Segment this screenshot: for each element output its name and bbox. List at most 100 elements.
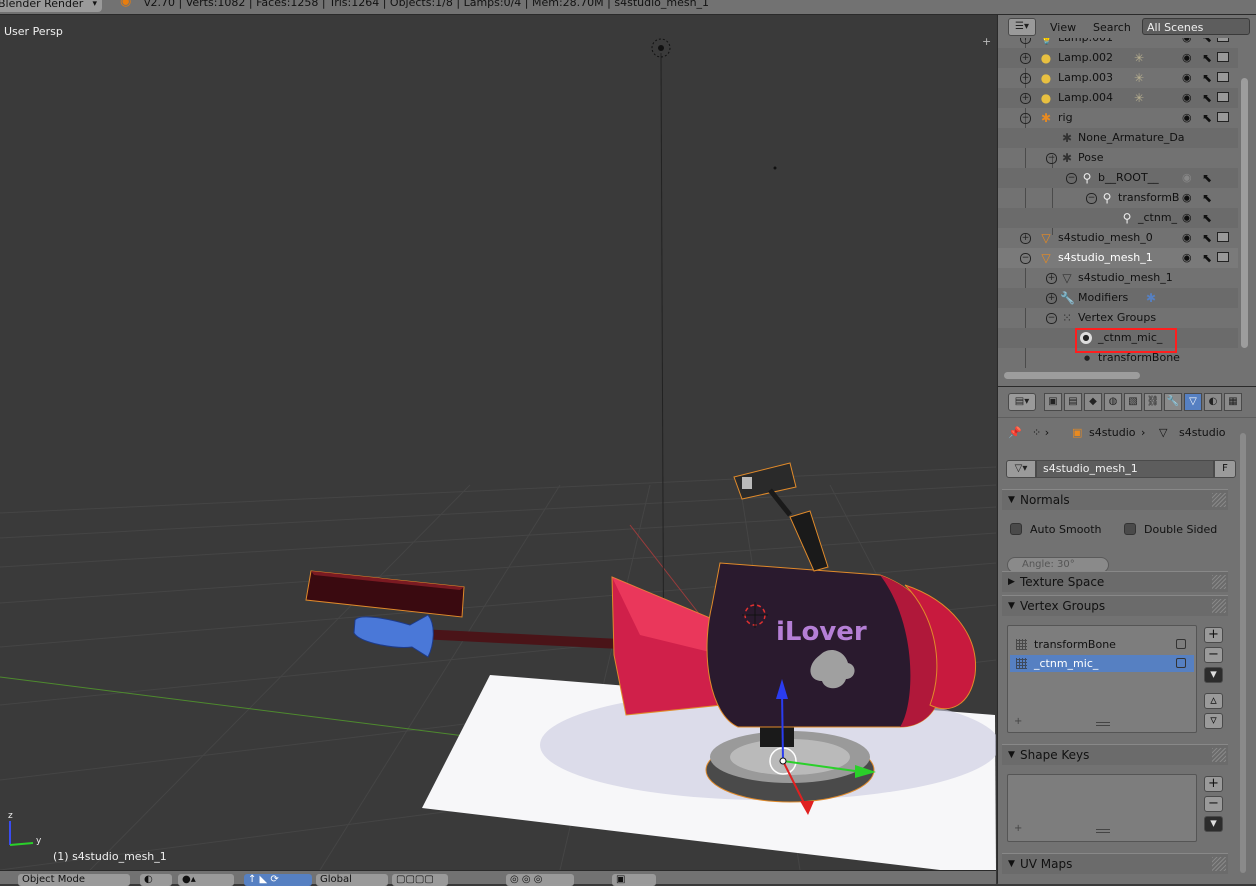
move-up-button[interactable]: ▵ <box>1204 693 1223 709</box>
view-menu[interactable]: View <box>1050 21 1076 34</box>
properties-scrollbar[interactable] <box>1238 433 1248 873</box>
lock-icon[interactable] <box>1176 639 1186 649</box>
eye-icon[interactable]: ◉ <box>1182 38 1192 48</box>
outliner-horizontal-scrollbar[interactable] <box>1002 370 1232 380</box>
vertex-group-list[interactable]: transformBone _ctnm_mic_ + <box>1007 625 1197 733</box>
outliner-row-lamp-002[interactable]: + ● Lamp.002 ✳ ◉ ⬉ <box>998 48 1238 68</box>
vertex-group-item[interactable]: transformBone <box>1010 636 1194 653</box>
mesh-browse-button[interactable]: ▽▾ <box>1006 460 1036 478</box>
cursor-select-icon[interactable]: ⬉ <box>1202 228 1212 248</box>
render-preview-button[interactable]: ▣ <box>612 874 656 886</box>
cursor-select-icon[interactable]: ⬉ <box>1202 88 1212 108</box>
eye-icon[interactable]: ◉ <box>1182 88 1192 108</box>
collapse-icon[interactable]: − <box>1046 313 1057 324</box>
eye-icon[interactable]: ◉ <box>1182 248 1192 268</box>
list-resize-grip[interactable] <box>1096 829 1110 833</box>
outliner-row-ctnm-bone[interactable]: ⚲ _ctnm_ ◉ ⬉ <box>998 208 1238 228</box>
filter-options-icon[interactable]: + <box>1014 823 1022 834</box>
auto-smooth-checkbox[interactable] <box>1010 523 1022 535</box>
outliner-row-root-bone[interactable]: − ⚲ b__ROOT__ ◉ ⬉ <box>998 168 1238 188</box>
outliner-row-mesh-data[interactable]: + ▽ s4studio_mesh_1 <box>998 268 1238 288</box>
remove-shape-key-button[interactable]: − <box>1204 796 1223 812</box>
normals-panel-header[interactable]: ▼ Normals <box>1002 489 1228 510</box>
drag-grip-icon[interactable] <box>1212 575 1226 589</box>
data-tab-icon[interactable]: ▽ <box>1184 393 1202 411</box>
modifiers-tab-icon[interactable]: 🔧 <box>1164 393 1182 411</box>
mesh-name-field[interactable]: s4studio_mesh_1 <box>1036 460 1214 478</box>
lock-icon[interactable] <box>1176 658 1186 668</box>
list-resize-grip[interactable] <box>1096 722 1110 726</box>
editor-type-select[interactable]: ☰▾ <box>1008 18 1036 36</box>
vertex-groups-panel-header[interactable]: ▼ Vertex Groups <box>1002 595 1228 616</box>
proportional-edit-select[interactable]: ◎ ◎ ◎ <box>506 874 574 886</box>
outliner-row-vertex-groups[interactable]: − ⁙ Vertex Groups <box>998 308 1238 328</box>
outliner-row-lamp-003[interactable]: + ● Lamp.003 ✳ ◉ ⬉ <box>998 68 1238 88</box>
eye-icon[interactable]: ◉ <box>1182 188 1192 208</box>
shape-key-list[interactable]: + <box>1007 774 1197 842</box>
filter-options-icon[interactable]: + <box>1014 716 1022 727</box>
blue-handle[interactable] <box>353 614 434 658</box>
manipulator-toggle[interactable]: ↑ ◣ ⟳ <box>244 874 312 886</box>
object-tab-icon[interactable]: ▧ <box>1124 393 1142 411</box>
shape-keys-panel-header[interactable]: ▼ Shape Keys <box>1002 744 1228 765</box>
collapse-icon[interactable]: − <box>1046 153 1057 164</box>
brown-box[interactable] <box>305 570 465 618</box>
expand-icon[interactable]: + <box>1046 293 1057 304</box>
render-layers-tab-icon[interactable]: ▤ <box>1064 393 1082 411</box>
move-down-button[interactable]: ▿ <box>1204 713 1223 729</box>
camera-render-icon[interactable] <box>1217 252 1229 262</box>
eye-icon[interactable]: ◉ <box>1182 68 1192 88</box>
z-manipulator-arrow[interactable] <box>781 690 784 762</box>
cursor-select-icon[interactable]: ⬉ <box>1202 188 1212 208</box>
scene-tab-icon[interactable]: ◆ <box>1084 393 1102 411</box>
eye-icon[interactable]: ◉ <box>1182 208 1192 228</box>
cursor-select-icon[interactable]: ⬉ <box>1202 108 1212 128</box>
eye-icon[interactable]: ◉ <box>1182 48 1192 68</box>
outliner-vertical-scrollbar[interactable] <box>1238 38 1250 368</box>
camera-render-icon[interactable] <box>1217 38 1229 42</box>
texture-space-panel-header[interactable]: ▶ Texture Space <box>1002 571 1228 592</box>
remove-vertex-group-button[interactable]: − <box>1204 647 1223 663</box>
eye-icon[interactable]: ◉ <box>1182 228 1192 248</box>
viewport-shading-select[interactable]: ◐ <box>140 874 172 886</box>
fake-user-button[interactable]: F <box>1214 460 1236 478</box>
drag-grip-icon[interactable] <box>1212 599 1226 613</box>
world-tab-icon[interactable]: ◍ <box>1104 393 1122 411</box>
eye-icon[interactable]: ◉ <box>1182 108 1192 128</box>
collapse-icon[interactable]: − <box>1020 113 1031 124</box>
rod[interactable] <box>420 629 620 649</box>
camera-arm[interactable] <box>789 510 829 572</box>
cursor-select-icon[interactable]: ⬉ <box>1202 38 1212 48</box>
double-sided-checkbox[interactable] <box>1124 523 1136 535</box>
camera-render-icon[interactable] <box>1217 72 1229 82</box>
expand-icon[interactable]: + <box>1020 38 1031 44</box>
outliner-row-armature-data[interactable]: ✱ None_Armature_Da <box>998 128 1238 148</box>
camera-render-icon[interactable] <box>1217 232 1229 242</box>
add-shape-key-button[interactable]: + <box>1204 776 1223 792</box>
collapse-icon[interactable]: − <box>1086 193 1097 204</box>
outliner-row-lamp-001[interactable]: + 💡 Lamp.001 ◉ ⬉ <box>998 38 1238 48</box>
cursor-select-icon[interactable]: ⬉ <box>1202 248 1212 268</box>
search-menu[interactable]: Search <box>1093 21 1131 34</box>
vertex-group-specials-button[interactable]: ▾ <box>1204 667 1223 683</box>
scrollbar-thumb[interactable] <box>1004 372 1140 379</box>
expand-toolshelf-icon[interactable]: + <box>982 36 992 47</box>
scrollbar-thumb[interactable] <box>1241 78 1248 348</box>
cursor-select-icon[interactable]: ⬉ <box>1202 168 1212 188</box>
render-tab-icon[interactable]: ▣ <box>1044 393 1062 411</box>
eye-icon[interactable]: ◉ <box>1182 168 1192 188</box>
vertex-group-item-selected[interactable]: _ctnm_mic_ <box>1010 655 1194 672</box>
shape-key-specials-button[interactable]: ▾ <box>1204 816 1223 832</box>
add-vertex-group-button[interactable]: + <box>1204 627 1223 643</box>
collapse-icon[interactable]: − <box>1020 253 1031 264</box>
expand-icon[interactable]: + <box>1046 273 1057 284</box>
display-mode-select[interactable]: All Scenes <box>1142 18 1250 35</box>
texture-tab-icon[interactable]: ▦ <box>1224 393 1242 411</box>
uv-maps-panel-header[interactable]: ▼ UV Maps <box>1002 853 1228 874</box>
outliner-row-modifiers[interactable]: + 🔧 Modifiers ✱ <box>998 288 1238 308</box>
editor-type-select[interactable]: ▤▾ <box>1008 393 1036 411</box>
scrollbar-thumb[interactable] <box>1240 433 1246 873</box>
cursor-select-icon[interactable]: ⬉ <box>1202 48 1212 68</box>
transform-orientation-select[interactable]: Global <box>316 874 388 886</box>
cursor-select-icon[interactable]: ⬉ <box>1202 208 1212 228</box>
